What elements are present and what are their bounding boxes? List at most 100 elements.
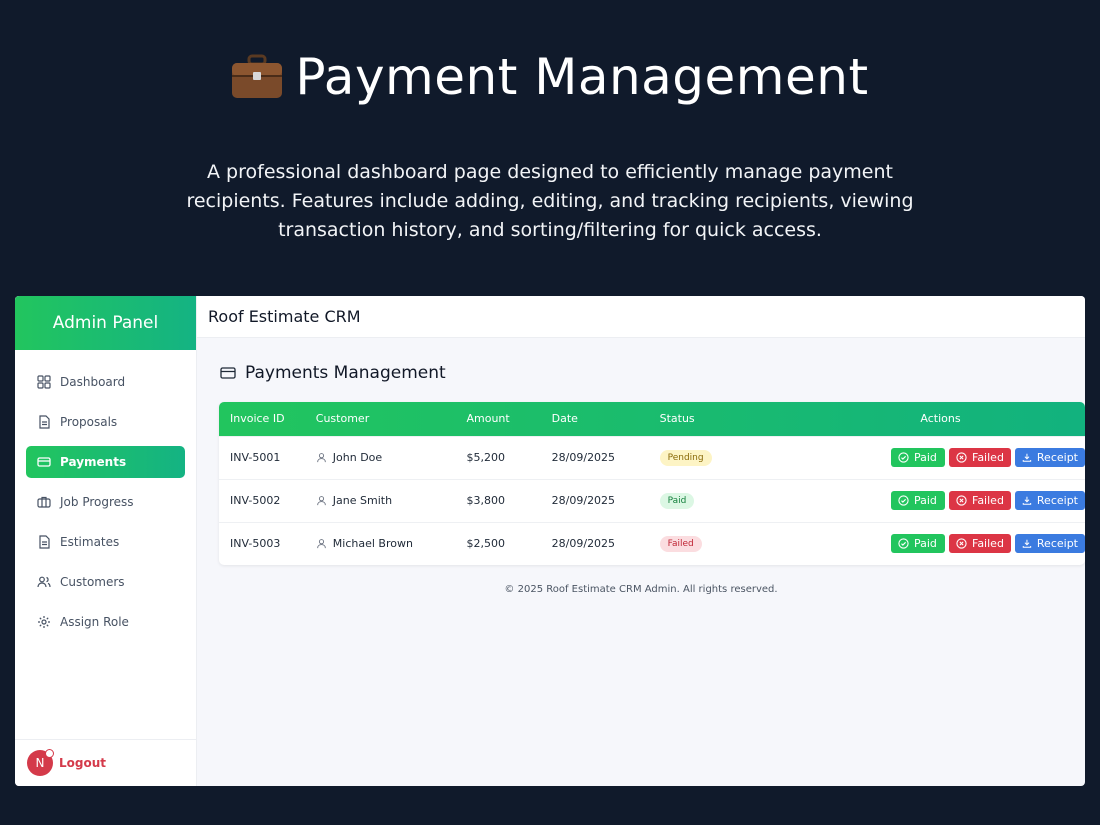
status-cell: Failed xyxy=(659,521,796,565)
invoice-id: INV-5003 xyxy=(219,521,316,565)
sidebar-item-label: Customers xyxy=(60,575,125,589)
amount: $3,800 xyxy=(466,478,552,522)
actions-cell: Paid Failed Receipt xyxy=(796,435,1085,479)
receipt-button[interactable]: Receipt xyxy=(1015,448,1085,467)
date: 28/09/2025 xyxy=(551,521,660,565)
mark-failed-button[interactable]: Failed xyxy=(949,534,1011,554)
sidebar-item-job-progress[interactable]: Job Progress xyxy=(26,486,185,518)
mark-paid-button[interactable]: Paid xyxy=(891,491,945,510)
sidebar-item-assign-role[interactable]: Assign Role xyxy=(26,606,185,638)
users-icon xyxy=(37,576,51,588)
hero-title-text: Payment Management xyxy=(295,48,869,106)
sidebar-item-label: Payments xyxy=(60,455,127,469)
table-header-row: Invoice ID Customer Amount Date Status A… xyxy=(219,402,1085,436)
mark-paid-button[interactable]: Paid xyxy=(891,534,945,554)
receipt-label: Receipt xyxy=(1036,537,1078,551)
x-circle-icon xyxy=(956,452,967,463)
amount: $2,500 xyxy=(466,521,552,565)
x-circle-icon xyxy=(956,495,967,506)
avatar: N xyxy=(27,749,54,776)
user-icon xyxy=(316,453,326,463)
briefcase-icon xyxy=(37,496,51,508)
document-icon xyxy=(39,535,50,549)
logout-button[interactable]: N Logout xyxy=(15,739,196,786)
customer-cell: John Doe xyxy=(315,435,467,479)
sidebar-nav: Dashboard Proposals Payments Job Progres… xyxy=(15,350,196,638)
page-footer: © 2025 Roof Estimate CRM Admin. All righ… xyxy=(504,584,778,595)
table-row: INV-5002 Jane Smith $3,800 28/09/2025 Pa… xyxy=(219,478,1085,522)
credit-card-icon xyxy=(220,367,236,379)
table-row: INV-5003 Michael Brown $2,500 28/09/2025… xyxy=(219,521,1085,565)
status-cell: Pending xyxy=(659,435,796,479)
column-header-invoice-id[interactable]: Invoice ID xyxy=(219,402,316,436)
page-title-text: Payments Management xyxy=(245,363,446,383)
actions-cell: Paid Failed Receipt xyxy=(796,478,1085,522)
x-circle-icon xyxy=(956,538,967,549)
mark-failed-button[interactable]: Failed xyxy=(949,448,1011,467)
mark-failed-label: Failed xyxy=(972,494,1004,507)
sidebar-item-label: Dashboard xyxy=(60,375,126,389)
column-header-status[interactable]: Status xyxy=(660,402,796,436)
status-badge: Paid xyxy=(659,492,695,509)
customer-name: John Doe xyxy=(332,451,383,464)
customer-name: Michael Brown xyxy=(332,537,413,551)
gear-icon xyxy=(38,616,50,628)
receipt-button[interactable]: Receipt xyxy=(1015,491,1085,510)
check-circle-icon xyxy=(898,538,909,549)
column-header-date[interactable]: Date xyxy=(552,402,660,436)
user-icon xyxy=(316,496,326,506)
download-icon xyxy=(1022,453,1032,462)
briefcase-icon xyxy=(232,54,283,98)
app-title: Roof Estimate CRM xyxy=(197,296,1085,338)
mark-paid-label: Paid xyxy=(914,537,937,551)
sidebar-item-label: Estimates xyxy=(60,535,120,549)
amount: $5,200 xyxy=(466,435,552,479)
customer-cell: Michael Brown xyxy=(315,521,467,565)
credit-card-icon xyxy=(37,457,51,467)
mark-failed-label: Failed xyxy=(972,537,1004,551)
sidebar-item-customers[interactable]: Customers xyxy=(26,566,185,598)
column-header-actions: Actions xyxy=(920,412,961,426)
column-header-amount[interactable]: Amount xyxy=(466,402,551,436)
sidebar-item-label: Assign Role xyxy=(60,615,129,629)
page-title: Payments Management xyxy=(220,363,446,383)
actions-cell: Paid Failed Receipt xyxy=(796,521,1085,565)
check-circle-icon xyxy=(898,495,909,506)
column-header-customer[interactable]: Customer xyxy=(316,402,467,436)
receipt-label: Receipt xyxy=(1036,494,1078,507)
mark-paid-label: Paid xyxy=(914,494,937,507)
sidebar: Admin Panel Dashboard Proposals Payments… xyxy=(15,296,197,786)
main-content: Roof Estimate CRM Payments Management In… xyxy=(197,296,1085,786)
date: 28/09/2025 xyxy=(551,435,660,479)
receipt-button[interactable]: Receipt xyxy=(1015,534,1085,554)
status-badge: Failed xyxy=(659,535,702,552)
user-icon xyxy=(316,539,326,549)
status-badge: Pending xyxy=(659,449,712,466)
mark-paid-label: Paid xyxy=(914,451,937,464)
document-icon xyxy=(39,415,50,429)
grid-icon xyxy=(37,375,51,389)
customer-name: Jane Smith xyxy=(332,494,393,507)
mark-failed-button[interactable]: Failed xyxy=(949,491,1011,510)
sidebar-item-estimates[interactable]: Estimates xyxy=(26,526,185,558)
app-window: Admin Panel Dashboard Proposals Payments… xyxy=(15,296,1085,786)
sidebar-item-dashboard[interactable]: Dashboard xyxy=(26,366,185,398)
sidebar-item-proposals[interactable]: Proposals xyxy=(26,406,185,438)
customer-cell: Jane Smith xyxy=(315,478,467,522)
sidebar-item-label: Job Progress xyxy=(60,495,134,509)
invoice-id: INV-5002 xyxy=(219,478,316,522)
invoice-id: INV-5001 xyxy=(219,435,316,479)
hero-title: Payment Management xyxy=(0,48,1100,106)
sidebar-item-payments[interactable]: Payments xyxy=(26,446,185,478)
logout-label: Logout xyxy=(59,756,107,770)
download-icon xyxy=(1022,540,1032,548)
hero-description: A professional dashboard page designed t… xyxy=(186,161,914,241)
sidebar-item-label: Proposals xyxy=(60,415,118,429)
sidebar-title: Admin Panel xyxy=(15,296,196,350)
check-circle-icon xyxy=(898,452,909,463)
download-icon xyxy=(1022,496,1032,505)
mark-failed-label: Failed xyxy=(972,451,1004,464)
date: 28/09/2025 xyxy=(551,478,660,522)
mark-paid-button[interactable]: Paid xyxy=(891,448,945,467)
payments-table: Invoice ID Customer Amount Date Status A… xyxy=(219,402,1085,565)
